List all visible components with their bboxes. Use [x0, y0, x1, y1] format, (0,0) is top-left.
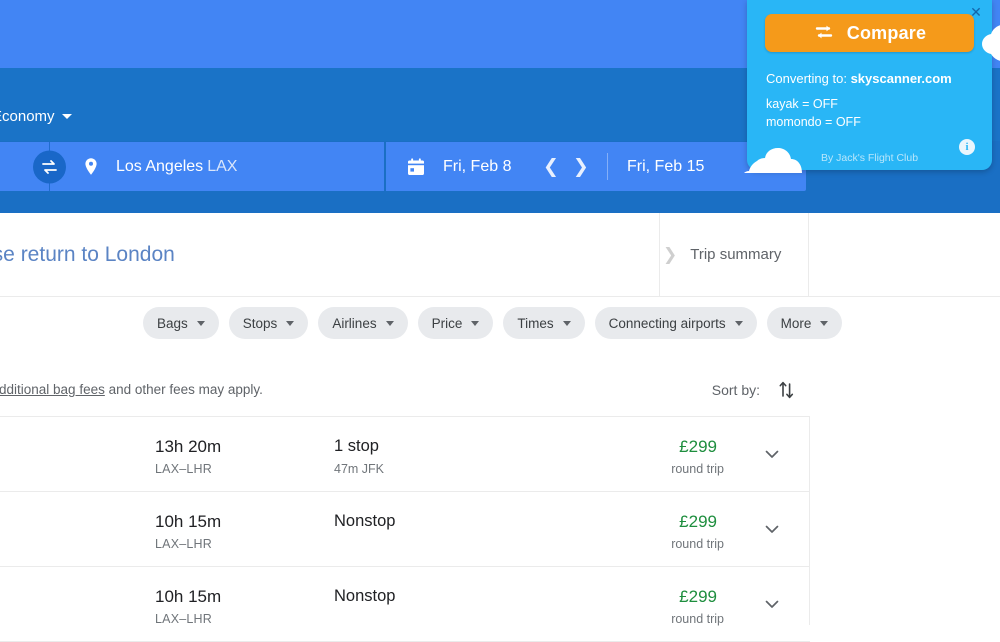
flight-price-sublabel: round trip — [671, 537, 724, 551]
filter-price[interactable]: Price — [418, 307, 494, 339]
return-date[interactable]: Fri, Feb 15 — [627, 158, 704, 176]
chevron-down-icon — [563, 321, 571, 326]
converting-prefix: Converting to: — [766, 71, 847, 86]
filter-airlines[interactable]: Airlines — [318, 307, 407, 339]
bag-fees-link[interactable]: Additional bag fees — [0, 382, 105, 397]
results-meta-row: Additional bag fees and other fees may a… — [0, 366, 810, 417]
compare-popup: ✕ Compare Converting to: skyscanner.com … — [747, 0, 992, 170]
flight-duration: 13h 20m — [155, 437, 221, 457]
flight-duration: 10h 15m — [155, 587, 221, 607]
filter-bags-label: Bags — [157, 316, 188, 331]
search-bar: Los AngelesLAX Fri, Feb 8 ❮ ❯ Fri, — [0, 142, 806, 191]
flight-stops: 1 stop — [334, 437, 379, 456]
table-row[interactable]: 10h 15m LAX–LHR Nonstop £299 round trip — [0, 567, 810, 642]
chevron-down-icon — [197, 321, 205, 326]
flight-price: £299 — [679, 512, 717, 532]
divider-right — [808, 213, 809, 296]
sort-by-label: Sort by: — [712, 382, 760, 398]
sort-arrows-icon[interactable] — [778, 380, 796, 400]
flight-route: LAX–LHR — [155, 612, 212, 626]
converting-site: skyscanner.com — [851, 71, 952, 86]
chevron-down-icon — [471, 321, 479, 326]
origin-code: LAX — [207, 158, 237, 175]
flight-price: £299 — [679, 587, 717, 607]
chevron-right-icon[interactable]: ❯ — [573, 157, 589, 176]
cabin-class-selector[interactable]: Economy — [0, 104, 72, 128]
flight-stops: Nonstop — [334, 512, 395, 531]
momondo-toggle-status[interactable]: momondo = OFF — [766, 115, 861, 129]
filter-more[interactable]: More — [767, 307, 843, 339]
chevron-right-icon: ❯ — [663, 245, 677, 265]
flight-duration: 10h 15m — [155, 512, 221, 532]
trip-summary-button[interactable]: ❯ Trip summary — [660, 213, 808, 296]
filter-price-label: Price — [432, 316, 463, 331]
flight-layover: 47m JFK — [334, 462, 384, 476]
filter-connecting-airports[interactable]: Connecting airports — [595, 307, 757, 339]
cabin-class-label: Economy — [0, 108, 55, 125]
kayak-toggle-status[interactable]: kayak = OFF — [766, 97, 838, 111]
date-navigation: ❮ ❯ — [543, 157, 589, 176]
swap-horizontal-icon[interactable] — [33, 150, 66, 183]
flight-price-sublabel: round trip — [671, 462, 724, 476]
filter-stops[interactable]: Stops — [229, 307, 309, 339]
filter-times-label: Times — [517, 316, 553, 331]
page-title: ose return to London — [0, 243, 175, 267]
origin-city: Los Angeles — [116, 158, 203, 175]
compare-arrows-icon — [813, 24, 835, 43]
chevron-down-icon[interactable] — [761, 518, 783, 540]
subheader: ose return to London ❯ Trip summary — [0, 213, 1000, 297]
flight-results-list: 13h 20m LAX–LHR 1 stop 47m JFK £299 roun… — [0, 417, 810, 642]
table-row[interactable]: 13h 20m LAX–LHR 1 stop 47m JFK £299 roun… — [0, 417, 810, 492]
origin-field[interactable]: Los AngelesLAX — [0, 142, 384, 191]
filter-more-label: More — [781, 316, 812, 331]
compare-button-label: Compare — [847, 23, 926, 44]
bag-fees-note: Additional bag fees and other fees may a… — [0, 382, 263, 397]
google-flights-page: Economy Los AngelesLAX — [0, 0, 1000, 625]
filter-connecting-airports-label: Connecting airports — [609, 316, 726, 331]
trip-summary-label: Trip summary — [690, 246, 781, 263]
bag-fees-rest: and other fees may apply. — [105, 382, 263, 397]
converting-status: Converting to: skyscanner.com — [766, 71, 952, 86]
cloud-icon — [979, 24, 1000, 62]
filter-bags[interactable]: Bags — [143, 307, 219, 339]
chevron-down-icon — [735, 321, 743, 326]
chevron-down-icon — [62, 114, 72, 119]
origin-text: Los AngelesLAX — [116, 158, 237, 176]
info-icon[interactable]: i — [959, 139, 975, 155]
filter-airlines-label: Airlines — [332, 316, 376, 331]
results-right-edge — [809, 417, 810, 625]
chevron-down-icon — [820, 321, 828, 326]
flight-route: LAX–LHR — [155, 462, 212, 476]
table-row[interactable]: 10h 15m LAX–LHR Nonstop £299 round trip — [0, 492, 810, 567]
flight-price: £299 — [679, 437, 717, 457]
chevron-down-icon — [386, 321, 394, 326]
flight-route: LAX–LHR — [155, 537, 212, 551]
chevron-down-icon[interactable] — [761, 593, 783, 615]
departure-date[interactable]: Fri, Feb 8 — [443, 158, 511, 176]
compare-button[interactable]: Compare — [765, 14, 974, 52]
chevron-left-icon[interactable]: ❮ — [543, 157, 559, 176]
filter-times[interactable]: Times — [503, 307, 584, 339]
calendar-icon — [407, 158, 425, 176]
dates-field[interactable]: Fri, Feb 8 ❮ ❯ Fri, Feb 15 — [386, 142, 806, 191]
chevron-down-icon — [286, 321, 294, 326]
flight-price-sublabel: round trip — [671, 612, 724, 626]
sort-control: Sort by: — [712, 380, 796, 400]
cloud-icon — [744, 135, 806, 173]
chevron-down-icon[interactable] — [761, 443, 783, 465]
filter-stops-label: Stops — [243, 316, 278, 331]
location-pin-icon — [83, 157, 99, 177]
filter-chip-row: Bags Stops Airlines Price Times Connecti… — [143, 307, 842, 339]
date-divider — [607, 153, 608, 180]
flight-stops: Nonstop — [334, 587, 395, 606]
